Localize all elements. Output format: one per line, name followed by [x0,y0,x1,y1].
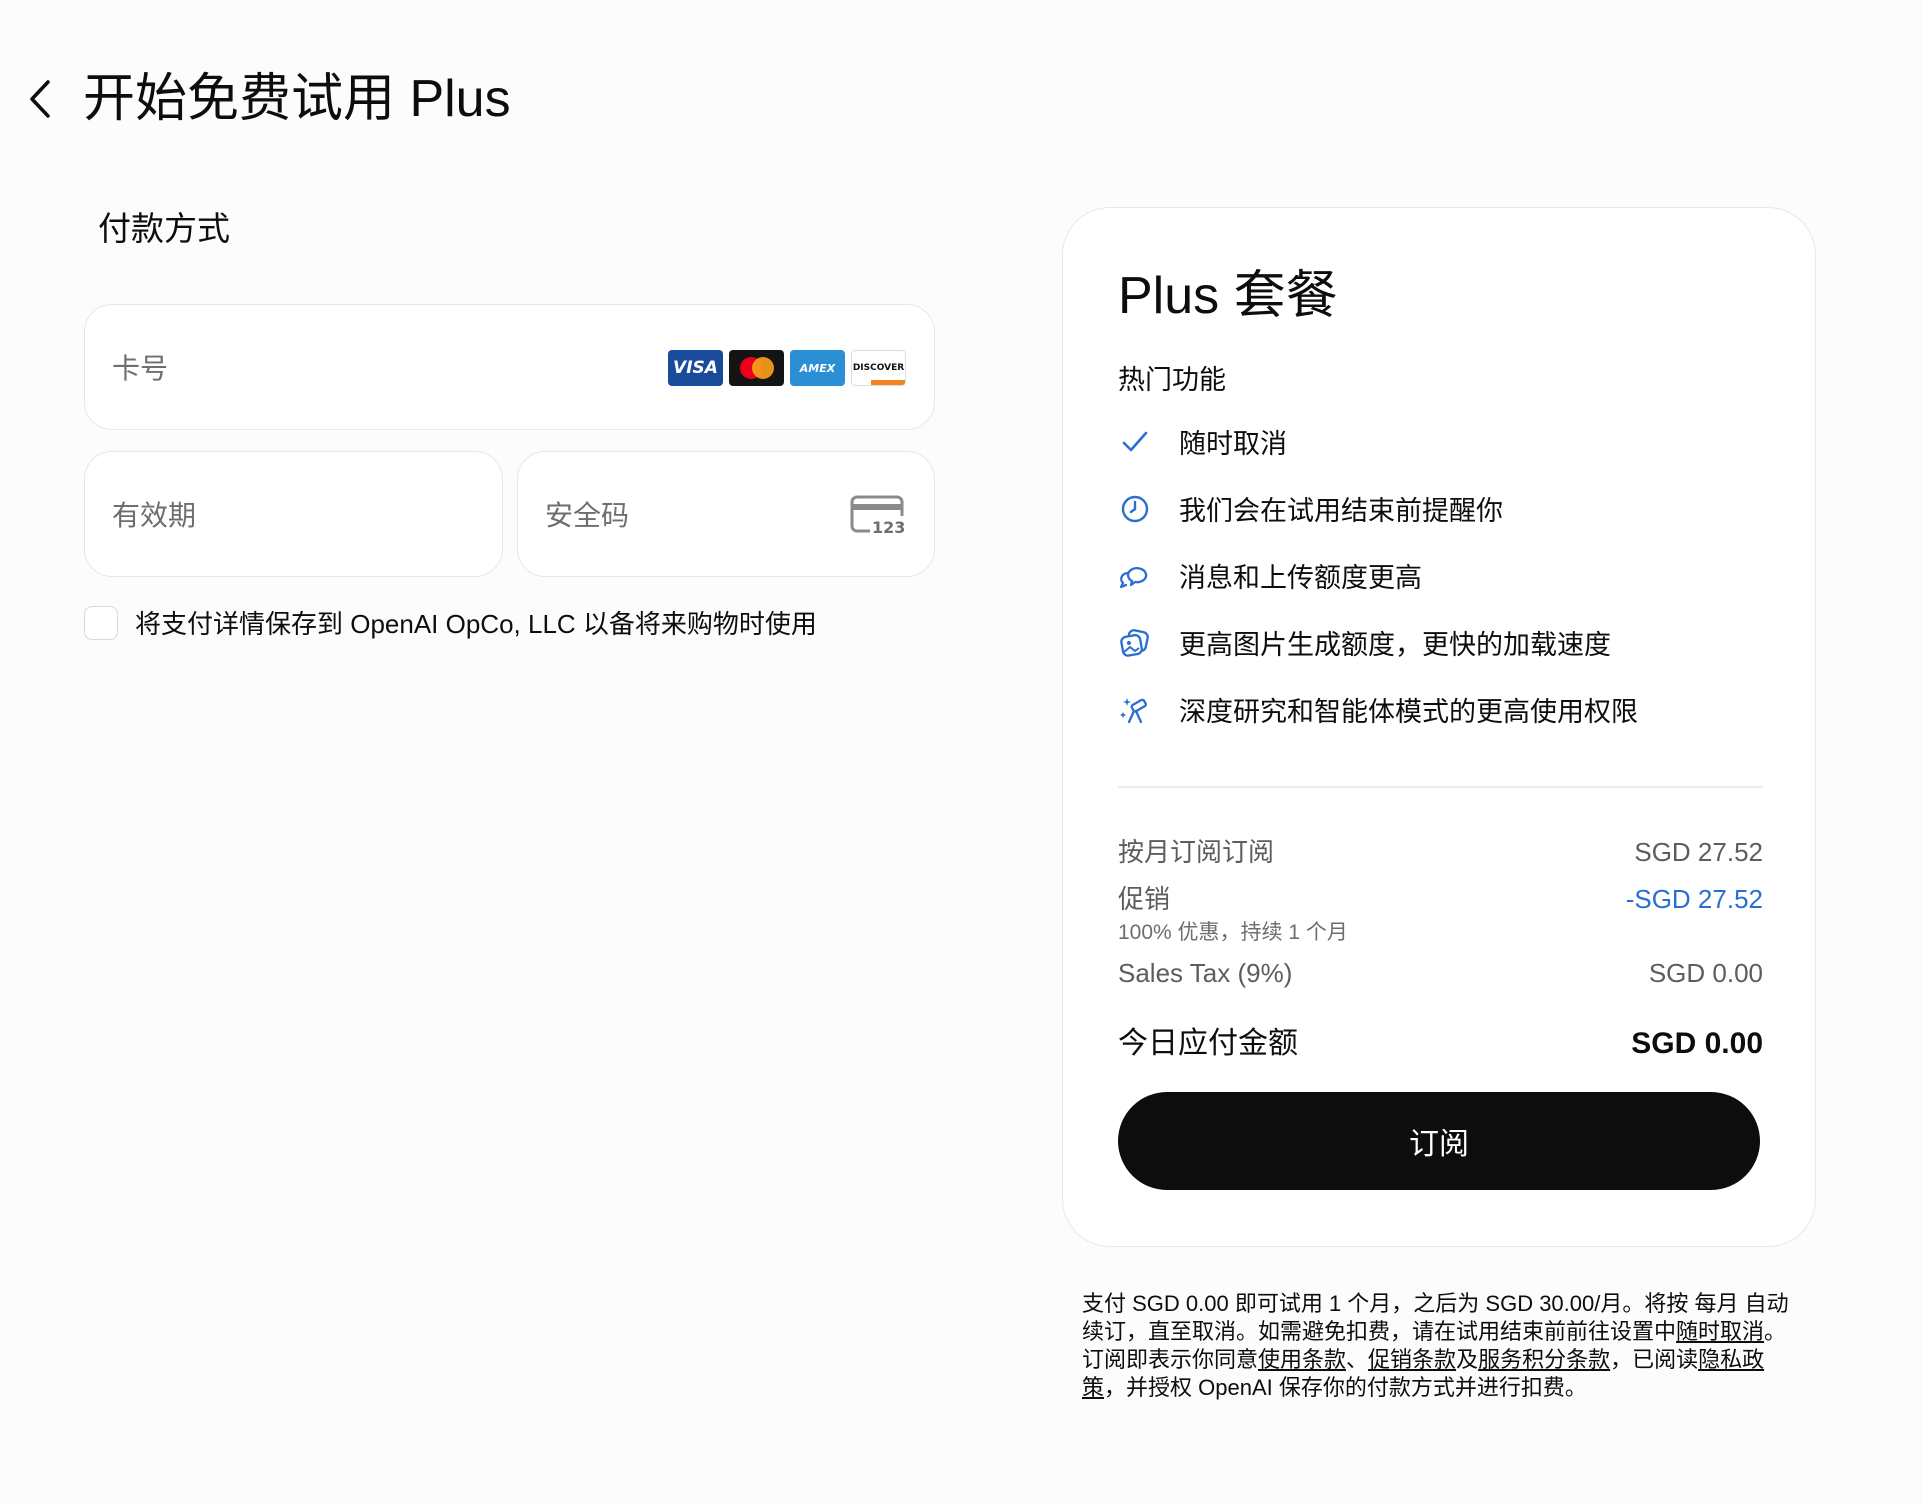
monthly-label: 按月订阅订阅 [1118,837,1275,867]
divider [1118,786,1763,788]
promo-label: 促销 [1118,884,1171,914]
service-credit-terms-link[interactable]: 服务积分条款 [1478,1347,1610,1372]
monthly-price-row: 按月订阅订阅 SGD 27.52 [1118,832,1763,869]
clock-icon [1118,492,1152,526]
cancel-anytime-link[interactable]: 随时取消 [1676,1319,1764,1344]
tax-row: Sales Tax (9%) SGD 0.00 [1118,958,1763,989]
discover-icon: DISCOVER [851,350,906,386]
feature-item: 深度研究和智能体模式的更高使用权限 [1118,676,1638,743]
visa-icon: VISA [668,350,723,386]
card-number-placeholder: 卡号 [112,353,169,384]
mastercard-icon [729,350,784,386]
back-button[interactable] [22,78,58,120]
cvc-placeholder: 安全码 [545,500,630,531]
legal-disclaimer: 支付 SGD 0.00 即可试用 1 个月，之后为 SGD 30.00/月。将按… [1082,1290,1802,1402]
feature-label: 消息和上传额度更高 [1179,563,1422,593]
legal-text: ，已阅读 [1610,1347,1699,1372]
image-gallery-icon [1118,626,1152,660]
feature-list: 随时取消 我们会在试用结束前提醒你 消息和上传额度更高 更高图片生成额度，更快的… [1118,408,1638,743]
save-details-row: 将支付详情保存到 OpenAI OpCo, LLC 以备将来购物时使用 [84,604,817,641]
payment-method-heading: 付款方式 [98,210,230,247]
feature-label: 更高图片生成额度，更快的加载速度 [1179,630,1611,660]
legal-text: 及 [1456,1347,1479,1372]
save-details-label: 将支付详情保存到 OpenAI OpCo, LLC 以备将来购物时使用 [135,609,817,639]
amex-icon: AMEX [790,350,845,386]
telescope-icon [1118,693,1152,727]
feature-label: 深度研究和智能体模式的更高使用权限 [1179,697,1638,727]
feature-item: 随时取消 [1118,408,1638,475]
monthly-value: SGD 27.52 [1634,837,1763,867]
tax-value: SGD 0.00 [1648,958,1763,988]
feature-item: 消息和上传额度更高 [1118,542,1638,609]
save-details-checkbox[interactable] [84,605,118,640]
feature-item: 更高图片生成额度，更快的加载速度 [1118,609,1638,676]
card-brand-logos: VISA AMEX DISCOVER [668,350,906,386]
feature-item: 我们会在试用结束前提醒你 [1118,475,1638,542]
feature-label: 我们会在试用结束前提醒你 [1179,496,1503,526]
page-title: 开始免费试用 Plus [83,70,511,128]
legal-text: ，并授权 OpenAI 保存你的付款方式并进行扣费。 [1104,1375,1587,1400]
legal-text: 、 [1346,1347,1369,1372]
expiry-placeholder: 有效期 [112,500,197,531]
terms-of-use-link[interactable]: 使用条款 [1258,1347,1346,1372]
checkout-page: 开始免费试用 Plus 付款方式 卡号 VISA AMEX DISCOVER 有… [0,0,1922,1503]
tax-label: Sales Tax (9%) [1118,958,1293,988]
feature-label: 随时取消 [1179,429,1287,459]
total-value: SGD 0.00 [1631,1027,1763,1060]
chat-bubbles-icon [1118,559,1152,593]
total-label: 今日应付金额 [1118,1027,1298,1060]
card-number-field[interactable]: 卡号 VISA AMEX DISCOVER [84,304,935,430]
card-cvc-icon: 123 [850,495,906,536]
svg-text:123: 123 [872,518,905,536]
cvc-field[interactable]: 安全码 123 [517,451,935,577]
subscribe-button[interactable]: 订阅 [1118,1092,1760,1190]
check-icon [1118,425,1152,459]
chevron-left-icon [30,80,50,118]
features-heading: 热门功能 [1118,365,1226,395]
plan-summary-card: Plus 套餐 热门功能 随时取消 我们会在试用结束前提醒你 消息和上传额度更高 [1062,207,1816,1247]
expiry-field[interactable]: 有效期 [84,451,503,577]
promo-row: 促销 -SGD 27.52 [1118,879,1763,916]
promo-value: -SGD 27.52 [1625,884,1763,914]
plan-title: Plus 套餐 [1118,267,1338,325]
total-row: 今日应付金额 SGD 0.00 [1118,1018,1763,1062]
promo-detail: 100% 优惠，持续 1 个月 [1118,921,1348,944]
promo-terms-link[interactable]: 促销条款 [1368,1347,1456,1372]
